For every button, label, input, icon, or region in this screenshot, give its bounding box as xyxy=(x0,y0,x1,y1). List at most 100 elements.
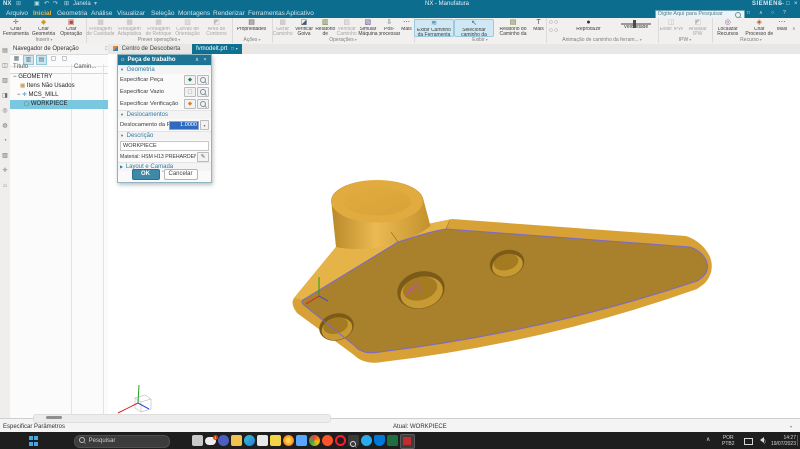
nav-tool-icon-5[interactable]: ▢ xyxy=(60,55,69,63)
blank-flyout-button[interactable] xyxy=(197,87,209,97)
chrome-icon[interactable] xyxy=(309,435,320,446)
localizar-recursos-button[interactable]: ◎Localizar Recursos xyxy=(712,19,744,37)
exibir-mais-button[interactable]: TMais xyxy=(532,19,545,37)
description-field[interactable]: WORKPIECE xyxy=(120,141,209,151)
dialog-close-button[interactable]: × xyxy=(201,55,209,65)
speed-slider-track[interactable] xyxy=(621,23,651,25)
tree-row-geometry[interactable]: − GEOMETRY xyxy=(10,73,108,82)
menu-selecao[interactable]: Seleção xyxy=(149,9,177,18)
deslocamento-input[interactable]: 1.0000 xyxy=(169,121,199,130)
velocidade-slider[interactable]: Velocidade xyxy=(615,19,657,37)
excel-icon[interactable] xyxy=(387,435,398,446)
check-flyout-button[interactable] xyxy=(197,99,209,109)
hidden-icons-chevron[interactable]: ∧ xyxy=(706,432,710,449)
save-icon[interactable]: ▣ xyxy=(34,1,40,8)
minimize-button[interactable]: — xyxy=(778,1,784,8)
exibir-caminho-button[interactable]: ≋Exibir Caminho da Ferramenta xyxy=(414,19,454,37)
column-divider[interactable] xyxy=(71,64,72,418)
menu-aplicativo[interactable]: Aplicativo xyxy=(284,9,316,18)
tab-centro-descoberta[interactable]: Centro de Descoberta xyxy=(109,44,184,54)
reuse-library-icon[interactable]: ◨ xyxy=(0,89,10,104)
history-icon[interactable]: ◔ xyxy=(0,134,10,149)
calculator-icon[interactable] xyxy=(257,435,268,446)
criar-operacao-button[interactable]: ▣Criar Operação xyxy=(57,19,85,37)
ok-button[interactable]: OK xyxy=(132,169,160,180)
photos-icon[interactable] xyxy=(296,435,307,446)
tab-part-file[interactable]: fvmodelt.prt □ ▾ xyxy=(192,44,242,54)
criar-ferramenta-button[interactable]: ✛Criar Ferramenta xyxy=(2,19,30,37)
menu-geometria[interactable]: Geometria xyxy=(55,9,89,18)
close-button[interactable]: × xyxy=(794,1,798,8)
window-icon[interactable]: ⊞ xyxy=(64,1,69,8)
menu-inicial[interactable]: Inicial xyxy=(31,9,53,18)
select-part-button[interactable]: ◆ xyxy=(184,75,196,85)
dialog-collapse-button[interactable]: ∧ xyxy=(193,55,201,65)
redo-icon[interactable]: ↷ xyxy=(53,1,58,8)
pos-processar-button[interactable]: ⇩Pós-processar xyxy=(379,19,400,37)
menu-arquivo[interactable]: Arquivo xyxy=(4,9,30,18)
firefox-icon[interactable] xyxy=(283,435,294,446)
sticky-notes-icon[interactable] xyxy=(270,435,281,446)
menu-renderizar[interactable]: Renderizar xyxy=(211,9,247,18)
scrollbar-thumb[interactable] xyxy=(46,416,62,419)
cancel-button[interactable]: Cancelar xyxy=(164,169,198,180)
relatorio-caminho-button[interactable]: ▤Relatório do Caminho da Ferramenta xyxy=(494,19,532,37)
simular-maquina-button[interactable]: ▧Simular Máquina xyxy=(357,19,378,37)
column-titulo[interactable]: Título xyxy=(13,64,28,70)
task-view-button[interactable] xyxy=(192,435,203,446)
help-icon[interactable]: ? xyxy=(781,9,788,18)
menu-grid-icon[interactable]: ⊞ xyxy=(16,1,21,8)
search-app-icon[interactable] xyxy=(348,435,359,446)
edit-material-button[interactable]: ✎ xyxy=(197,152,209,162)
telegram-icon[interactable] xyxy=(361,435,372,446)
clock-icon[interactable]: ○ xyxy=(769,9,776,18)
constraint-navigator-icon[interactable]: ◫ xyxy=(0,59,10,74)
speed-slider-thumb[interactable] xyxy=(633,20,636,28)
relatorio-validade-button[interactable]: ▥Relatório de Validade xyxy=(315,19,336,37)
expander-icon[interactable]: − xyxy=(13,74,17,80)
menu-analise[interactable]: Análise xyxy=(89,9,114,18)
propriedades-button[interactable]: ▤Propriedades xyxy=(232,19,271,37)
select-check-button[interactable]: ◆ xyxy=(184,99,196,109)
status-options-icon[interactable]: ▾ xyxy=(790,424,792,429)
brave-icon[interactable] xyxy=(322,435,333,446)
manufacturing-wizards-icon[interactable]: ✛ xyxy=(0,164,10,179)
janela-dropdown-icon[interactable]: ▾ xyxy=(94,1,97,8)
edge-icon[interactable] xyxy=(244,435,255,446)
hd3d-tools-icon[interactable]: ◎ xyxy=(0,104,10,119)
show-desktop-button[interactable] xyxy=(797,435,798,446)
section-deslocamentos[interactable]: ▼ Deslocamentos xyxy=(118,110,211,119)
clock[interactable]: 14:2719/07/2023 xyxy=(768,435,796,449)
animation-record-buttons[interactable]: ○○ ○○ xyxy=(546,19,562,37)
language-indicator[interactable]: PORPTB2 xyxy=(722,435,735,449)
nav-tool-icon-1[interactable]: ▦ xyxy=(12,55,21,63)
chat-icon[interactable] xyxy=(218,435,229,446)
menu-montagens[interactable]: Montagens xyxy=(176,9,212,18)
defender-icon[interactable] xyxy=(374,435,385,446)
dialog-title-bar[interactable]: ☼ Peça de trabalho ∧ × xyxy=(118,55,211,65)
tab-dropdown-icon[interactable]: ▾ xyxy=(236,46,238,51)
nx-taskbar-icon[interactable] xyxy=(400,434,415,449)
tree-row-mcs-mill[interactable]: − ✛ MCS_MILL xyxy=(10,91,108,100)
section-geometria[interactable]: ▼ Geometria xyxy=(118,65,211,74)
taskbar-search[interactable]: Pesquisar xyxy=(74,435,170,448)
section-descricao[interactable]: ▼ Descrição xyxy=(118,131,211,140)
opera-icon[interactable] xyxy=(335,435,346,446)
verificar-goiva-button[interactable]: ◪Verificar Goiva xyxy=(293,19,314,37)
web-browser-icon[interactable]: ◍ xyxy=(0,119,10,134)
nav-tool-icon-4[interactable]: ▢ xyxy=(49,55,58,63)
horizontal-scrollbar[interactable] xyxy=(33,414,331,423)
column-caminho[interactable]: Camin... xyxy=(74,64,96,70)
volume-icon[interactable]: ) xyxy=(757,437,766,449)
value-options-button[interactable]: ▾ xyxy=(200,120,209,130)
assembly-navigator-icon[interactable]: ▤ xyxy=(0,44,10,59)
selecionar-caminho-button[interactable]: ↖Selecionar caminho da ferramenta xyxy=(454,19,494,37)
undo-icon[interactable]: ↶ xyxy=(44,1,49,8)
file-explorer-icon[interactable] xyxy=(231,435,242,446)
ribbon-collapse-icon[interactable]: ∧ xyxy=(792,26,796,32)
operacoes-mais-button[interactable]: ⋯Mais xyxy=(400,19,413,37)
menu-ferramentas[interactable]: Ferramentas xyxy=(246,9,287,18)
janela-menu[interactable]: Janela xyxy=(73,1,91,8)
layout-icon[interactable]: □ xyxy=(745,9,752,18)
criar-geometria-button[interactable]: ◆Criar Geometria xyxy=(30,19,58,37)
